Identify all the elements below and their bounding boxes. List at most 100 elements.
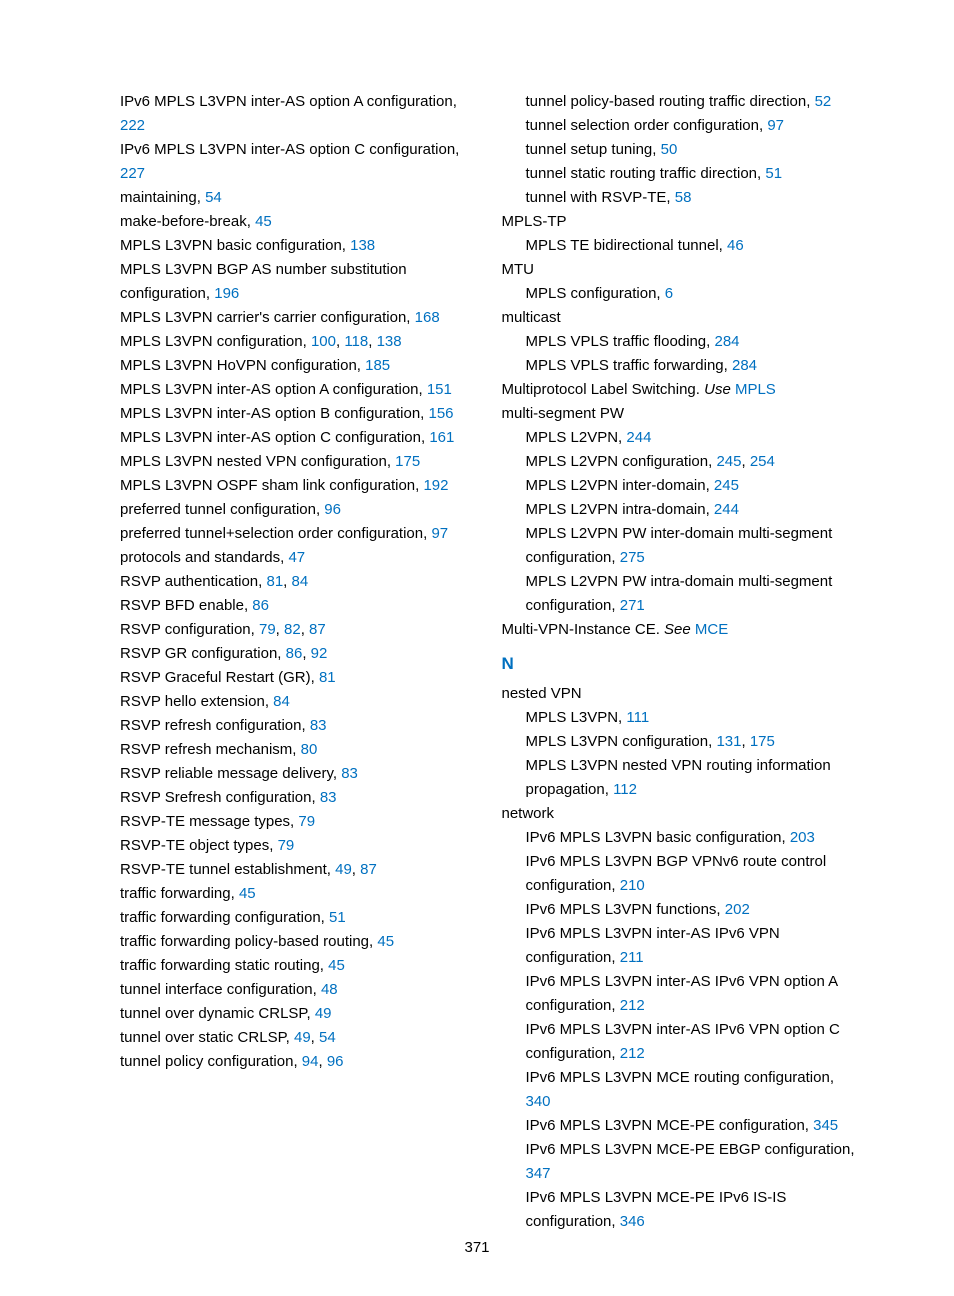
index-entry: RSVP refresh mechanism, 80	[120, 738, 478, 762]
index-xref-link[interactable]: MCE	[695, 621, 728, 638]
page-link[interactable]: 211	[620, 949, 644, 966]
page-link[interactable]: 203	[790, 829, 815, 846]
index-entry: IPv6 MPLS L3VPN basic configuration, 203	[502, 826, 860, 850]
page-link[interactable]: 168	[415, 309, 440, 326]
page-link[interactable]: 271	[620, 597, 645, 614]
page-link[interactable]: 82	[284, 621, 301, 638]
index-entry: tunnel policy-based routing traffic dire…	[502, 90, 860, 114]
index-text: MPLS TE bidirectional tunnel,	[526, 237, 728, 254]
page-link[interactable]: 47	[288, 549, 305, 566]
page-link[interactable]: 245	[716, 453, 741, 470]
index-entry: MPLS L2VPN intra-domain, 244	[502, 498, 860, 522]
page-link[interactable]: 83	[341, 765, 358, 782]
page-link[interactable]: 79	[298, 813, 315, 830]
page-link[interactable]: 244	[714, 501, 739, 518]
index-text: multi-segment PW	[502, 405, 625, 422]
page-link[interactable]: 161	[429, 429, 454, 446]
page-link[interactable]: 81	[319, 669, 336, 686]
index-text: nested VPN	[502, 685, 582, 702]
page-link[interactable]: 81	[266, 573, 283, 590]
page-link[interactable]: 58	[675, 189, 692, 206]
page-link[interactable]: 175	[395, 453, 420, 470]
index-entry: traffic forwarding configuration, 51	[120, 906, 478, 930]
page-link[interactable]: 185	[365, 357, 390, 374]
page-link[interactable]: 347	[526, 1165, 551, 1182]
page-link[interactable]: 96	[327, 1053, 344, 1070]
page-link[interactable]: 131	[716, 733, 741, 750]
index-entry: IPv6 MPLS L3VPN inter-AS IPv6 VPN config…	[502, 922, 860, 970]
page-link[interactable]: 284	[715, 333, 740, 350]
page-link[interactable]: 111	[626, 709, 649, 726]
index-text: Multiprotocol Label Switching.	[502, 381, 705, 398]
page-link[interactable]: 79	[278, 837, 295, 854]
page-link[interactable]: 48	[321, 981, 338, 998]
page-link[interactable]: 94	[302, 1053, 319, 1070]
page-link[interactable]: 112	[613, 781, 637, 798]
page-link[interactable]: 92	[311, 645, 328, 662]
page-link[interactable]: 80	[301, 741, 318, 758]
page-link[interactable]: 45	[239, 885, 256, 902]
page-link[interactable]: 96	[324, 501, 341, 518]
page-link[interactable]: 97	[767, 117, 784, 134]
page-link[interactable]: 210	[620, 877, 645, 894]
page-link[interactable]: 83	[320, 789, 337, 806]
page-link[interactable]: 227	[120, 165, 145, 182]
page-link[interactable]: 45	[328, 957, 345, 974]
page-link[interactable]: 254	[750, 453, 775, 470]
page-link[interactable]: 52	[815, 93, 832, 110]
page-link[interactable]: 151	[427, 381, 452, 398]
index-text: IPv6 MPLS L3VPN MCE routing configuratio…	[526, 1069, 834, 1086]
separator: ,	[301, 621, 309, 638]
page-link[interactable]: 156	[429, 405, 454, 422]
page-link[interactable]: 45	[255, 213, 272, 230]
separator: ,	[741, 733, 749, 750]
page-link[interactable]: 51	[765, 165, 782, 182]
page-link[interactable]: 51	[329, 909, 346, 926]
index-entry: IPv6 MPLS L3VPN MCE routing configuratio…	[502, 1066, 860, 1114]
page-link[interactable]: 284	[732, 357, 757, 374]
page-link[interactable]: 84	[273, 693, 290, 710]
index-entry: MPLS L3VPN inter-AS option C configurati…	[120, 426, 478, 450]
page-link[interactable]: 138	[377, 333, 402, 350]
page-link[interactable]: 196	[214, 285, 239, 302]
page-link[interactable]: 222	[120, 117, 145, 134]
page-link[interactable]: 49	[335, 861, 352, 878]
page-link[interactable]: 6	[665, 285, 673, 302]
page-link[interactable]: 79	[259, 621, 276, 638]
page-link[interactable]: 100	[311, 333, 336, 350]
page-link[interactable]: 346	[620, 1213, 645, 1230]
page-link[interactable]: 212	[620, 997, 645, 1014]
page-link[interactable]: 138	[350, 237, 375, 254]
page-link[interactable]: 84	[292, 573, 309, 590]
page-link[interactable]: 202	[725, 901, 750, 918]
page-link[interactable]: 245	[714, 477, 739, 494]
section-heading-n[interactable]: N	[502, 652, 860, 676]
page-link[interactable]: 49	[315, 1005, 332, 1022]
page-link[interactable]: 54	[205, 189, 222, 206]
page-link[interactable]: 345	[813, 1117, 838, 1134]
separator: ,	[318, 1053, 326, 1070]
page-link[interactable]: 87	[360, 861, 377, 878]
page-link[interactable]: 175	[750, 733, 775, 750]
page-link[interactable]: 97	[431, 525, 448, 542]
page-link[interactable]: 49	[294, 1029, 311, 1046]
page-link[interactable]: 54	[319, 1029, 336, 1046]
page-link[interactable]: 46	[727, 237, 744, 254]
page-link[interactable]: 244	[626, 429, 651, 446]
index-text: RSVP-TE tunnel establishment,	[120, 861, 335, 878]
page-link[interactable]: 86	[252, 597, 269, 614]
page-link[interactable]: 212	[620, 1045, 645, 1062]
page-link[interactable]: 45	[377, 933, 394, 950]
page-link[interactable]: 87	[309, 621, 326, 638]
page-link[interactable]: 192	[423, 477, 448, 494]
index-entry: IPv6 MPLS L3VPN inter-AS option A config…	[120, 90, 478, 138]
page-link[interactable]: 50	[661, 141, 678, 158]
page-link[interactable]: 86	[286, 645, 303, 662]
page-link[interactable]: 275	[620, 549, 645, 566]
index-text: protocols and standards,	[120, 549, 288, 566]
index-xref-link[interactable]: MPLS	[735, 381, 776, 398]
page-link[interactable]: 83	[310, 717, 327, 734]
page-link[interactable]: 340	[526, 1093, 551, 1110]
page-link[interactable]: 118	[344, 333, 368, 350]
index-text: traffic forwarding,	[120, 885, 239, 902]
